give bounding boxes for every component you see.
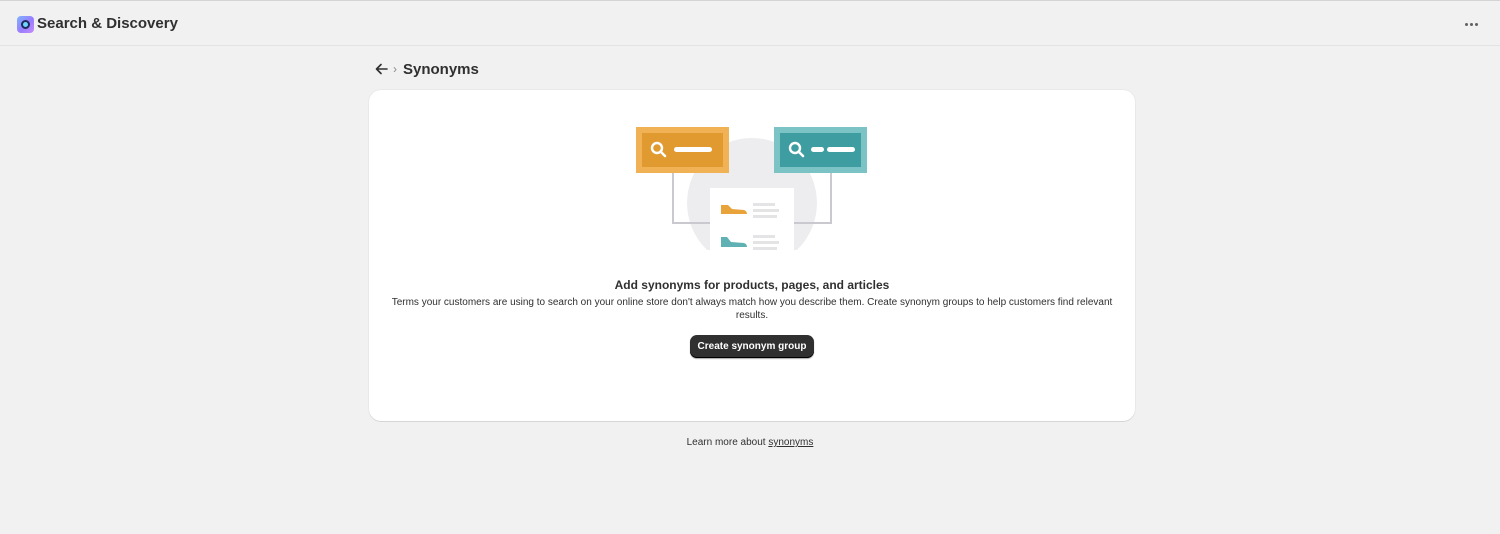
arrow-left-icon: [375, 63, 388, 75]
more-dot: [1474, 22, 1478, 26]
app-title: Search & Discovery: [37, 15, 178, 32]
learn-more-footer: Learn more about synonyms: [0, 437, 1500, 448]
breadcrumb-separator: ›: [393, 62, 397, 76]
empty-state-card: Add synonyms for products, pages, and ar…: [369, 90, 1135, 421]
page-title: Synonyms: [403, 60, 479, 78]
top-bar: Search & Discovery: [0, 0, 1500, 46]
synonyms-help-link[interactable]: synonyms: [768, 437, 813, 448]
more-actions-button[interactable]: [1460, 13, 1482, 35]
more-dot: [1469, 22, 1473, 26]
empty-state-heading: Add synonyms for products, pages, and ar…: [614, 278, 890, 292]
app-logo-icon: [17, 16, 34, 33]
learn-more-prefix: Learn more about: [686, 437, 769, 448]
more-horizontal-icon: [1464, 22, 1468, 26]
empty-state-description: Terms your customers are using to search…: [391, 297, 1113, 321]
synonyms-illustration: [636, 127, 867, 250]
page-header: › Synonyms: [372, 58, 479, 80]
create-synonym-group-button[interactable]: Create synonym group: [690, 335, 814, 358]
back-button[interactable]: [372, 59, 390, 79]
